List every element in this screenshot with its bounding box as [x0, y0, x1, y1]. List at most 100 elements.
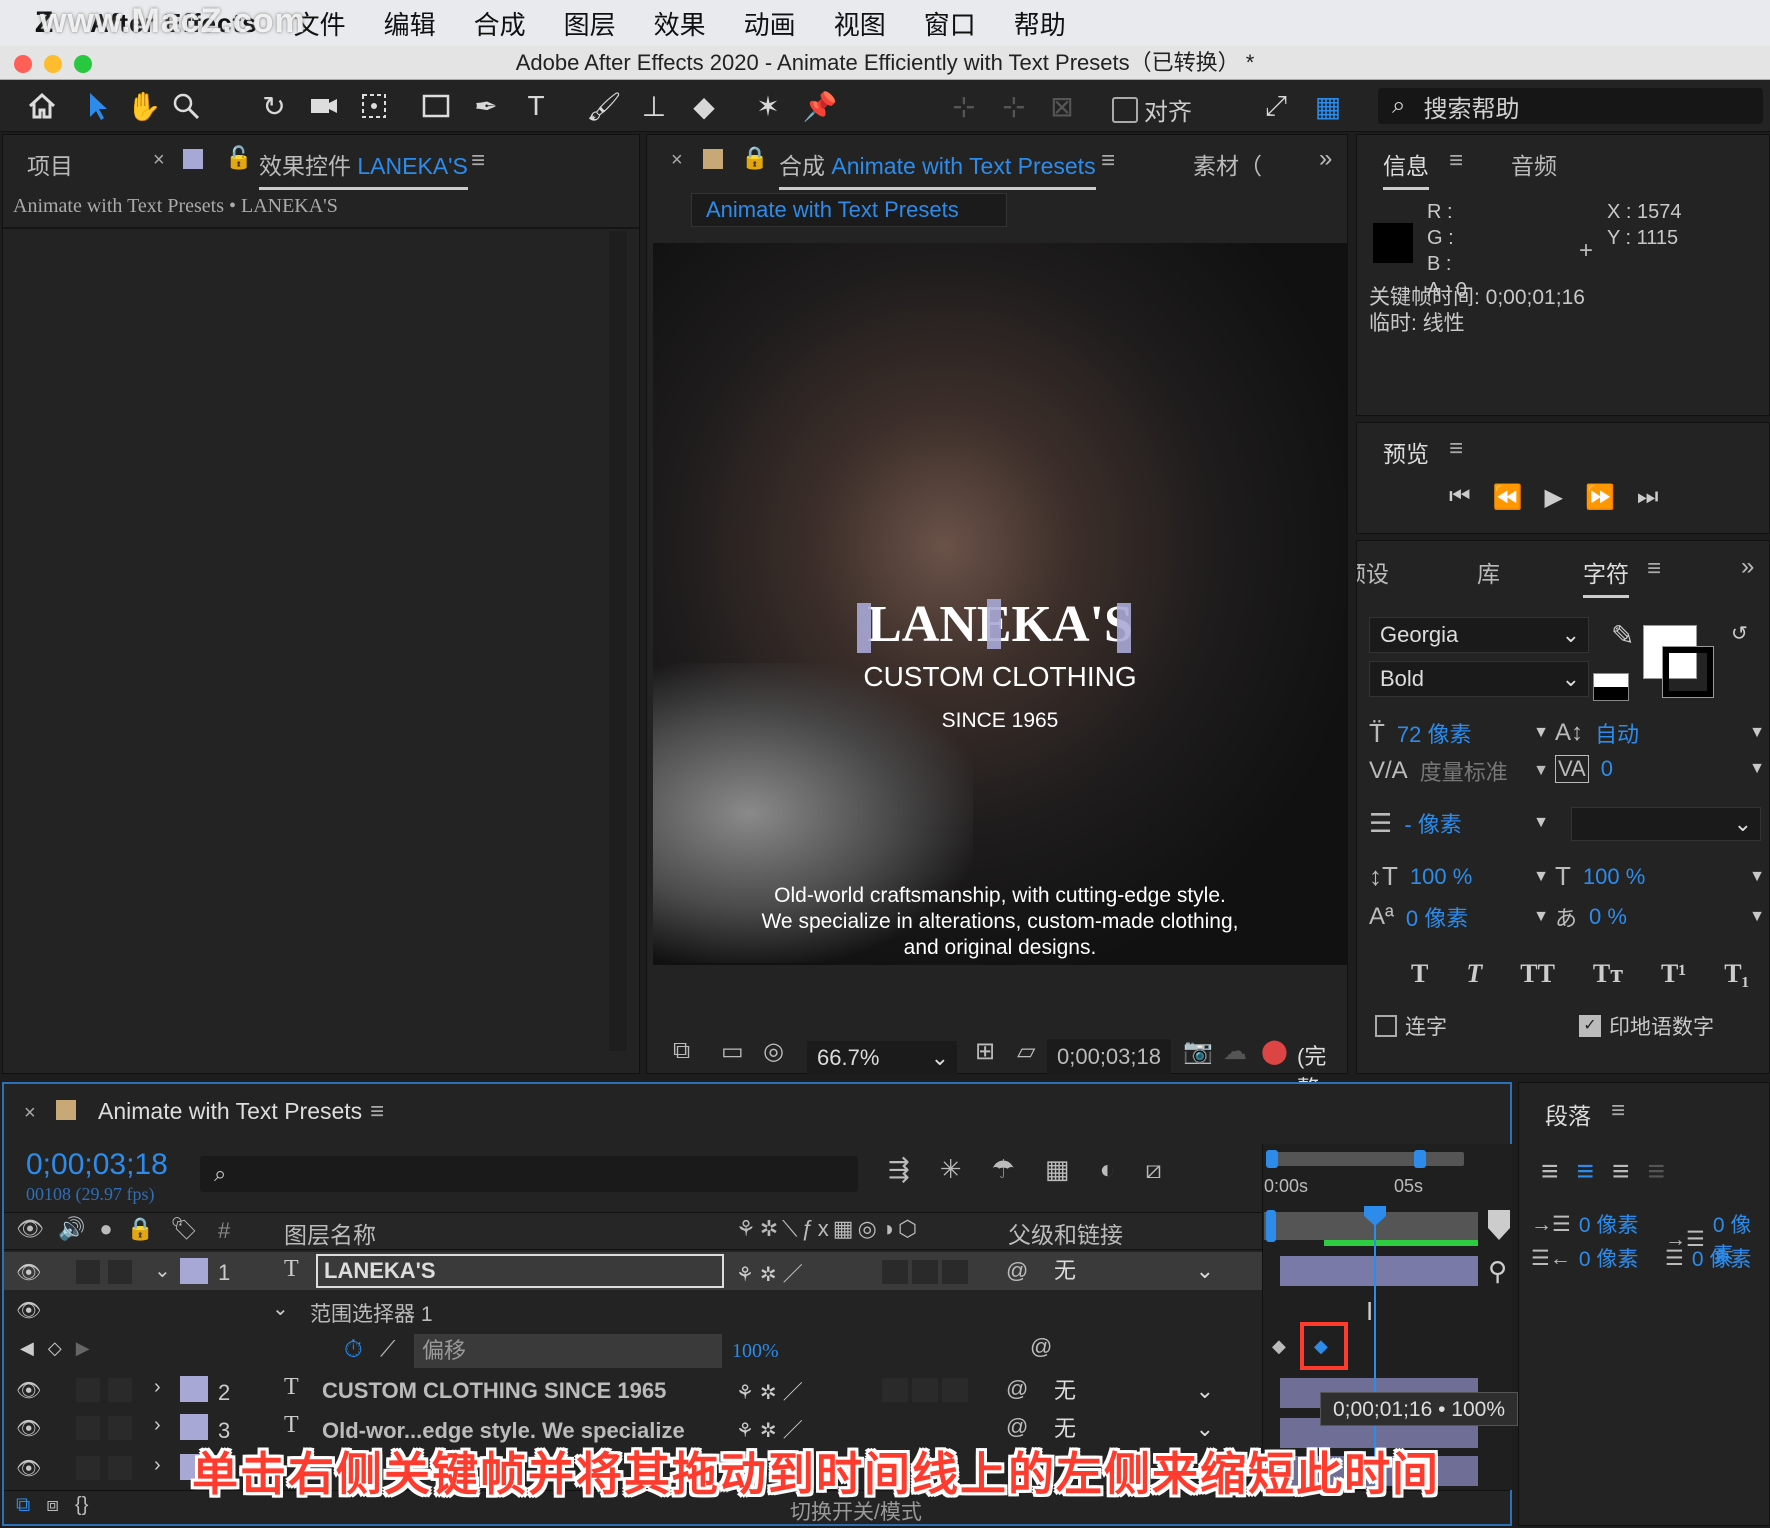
next-frame-icon[interactable]: ⏩	[1585, 483, 1615, 512]
menu-help[interactable]: 帮助	[1014, 5, 1066, 42]
tracking-control[interactable]: VA 0 ▼	[1555, 755, 1765, 783]
close-tab-icon[interactable]: ×	[24, 1102, 36, 1125]
hand-tool-icon[interactable]: ✋	[124, 86, 164, 126]
faux-italic-button[interactable]: T	[1466, 959, 1482, 989]
shy-icon[interactable]: ☂	[992, 1154, 1015, 1186]
navigator-end-handle[interactable]	[1414, 1150, 1426, 1168]
switch-box[interactable]	[942, 1378, 968, 1402]
lock-icon[interactable]: 🔒	[741, 145, 768, 171]
expression-pick-whip-icon[interactable]: @	[1030, 1334, 1052, 1360]
layer-bar-1[interactable]	[1280, 1256, 1478, 1286]
keyframe-selected[interactable]: ◆	[1314, 1336, 1328, 1357]
parent-dropdown[interactable]: 无 ⌄	[1044, 1254, 1224, 1288]
layer-name-field[interactable]: LANEKA'S	[316, 1254, 724, 1288]
current-time-field[interactable]: 0;00;03;18	[1047, 1039, 1171, 1075]
lock-toggle[interactable]	[108, 1456, 132, 1480]
tab-audio[interactable]: 音频	[1511, 147, 1557, 181]
tab-presets[interactable]: 预设	[1357, 555, 1389, 589]
ligatures-checkbox[interactable]	[1375, 1015, 1397, 1037]
clone-stamp-tool-icon[interactable]: ⊥	[634, 86, 674, 126]
superscript-button[interactable]: T¹	[1661, 959, 1686, 989]
space-after-control[interactable]: ☰ 0 像素	[1665, 1243, 1751, 1273]
zoom-dropdown[interactable]: 66.7% ⌄	[807, 1041, 957, 1075]
parent-dropdown[interactable]: 无 ⌄	[1044, 1374, 1224, 1408]
layer-label-color[interactable]	[180, 1414, 208, 1440]
mask-view-icon[interactable]: ◎	[763, 1037, 784, 1066]
layer-label-color[interactable]	[180, 1258, 208, 1284]
lock-toggle[interactable]	[108, 1416, 132, 1440]
stroke-color-swatch[interactable]	[1662, 646, 1714, 698]
anchor-handle[interactable]	[1117, 603, 1131, 653]
switch-box[interactable]	[912, 1260, 938, 1284]
transparency-grid-icon[interactable]: ▱	[1017, 1037, 1035, 1066]
menu-animation[interactable]: 动画	[744, 5, 796, 42]
chevron-down-icon[interactable]: ⌄	[154, 1258, 171, 1283]
home-icon[interactable]	[22, 86, 62, 126]
tab-library[interactable]: 库	[1477, 555, 1500, 589]
panel-menu-icon[interactable]: ≡	[1449, 147, 1463, 175]
selection-tool-icon[interactable]	[78, 86, 118, 126]
chevron-right-icon[interactable]: ›	[154, 1454, 161, 1477]
label-tag-icon[interactable]: 🏷	[170, 1216, 198, 1242]
solo-icon[interactable]: ●	[99, 1216, 112, 1242]
canvas-since-text[interactable]: SINCE 1965	[653, 709, 1347, 733]
anchor-handle[interactable]	[987, 599, 1001, 649]
tab-composition[interactable]: 合成 Animate with Text Presets	[779, 147, 1096, 190]
menu-edit[interactable]: 编辑	[384, 5, 436, 42]
workspace-icon[interactable]: ▦	[1308, 86, 1348, 126]
baseline-shift-control[interactable]: Aª 0 像素 ▼	[1369, 901, 1549, 933]
composition-flowchart-icon[interactable]: ⇶	[888, 1154, 910, 1186]
visibility-eye-icon[interactable]: 👁	[16, 1260, 41, 1285]
canvas-subtitle-text[interactable]: CUSTOM CLOTHING	[653, 661, 1347, 693]
switch-box[interactable]	[912, 1378, 938, 1402]
show-snapshot-icon[interactable]: ☁	[1223, 1037, 1247, 1066]
col-parent-link[interactable]: 父级和链接	[1008, 1216, 1123, 1250]
stopwatch-icon[interactable]: ⏱	[344, 1336, 363, 1364]
panel-menu-icon[interactable]: ≡	[1449, 435, 1463, 463]
hindi-digits-checkbox[interactable]: ✓	[1579, 1015, 1601, 1037]
rotate-tool-icon[interactable]: ↻	[254, 86, 294, 126]
switch-box[interactable]	[942, 1260, 968, 1284]
snapshot-icon[interactable]: 📷	[1183, 1037, 1213, 1066]
horizontal-scale-control[interactable]: T 100 % ▼	[1555, 861, 1765, 892]
layer-switches[interactable]: ⚘✲／	[736, 1258, 809, 1287]
solo-toggle[interactable]	[76, 1456, 100, 1480]
kerning-control[interactable]: V/A 度量标准 ▼	[1369, 755, 1549, 787]
panel-menu-icon[interactable]: ≡	[370, 1098, 384, 1126]
tsume-control[interactable]: あ 0 % ▼	[1555, 901, 1765, 933]
range-selector-row[interactable]	[4, 1292, 1262, 1330]
indent-left-control[interactable]: →☰ 0 像素	[1531, 1209, 1638, 1239]
type-tool-icon[interactable]: T	[516, 86, 556, 126]
scrollbar[interactable]	[609, 231, 627, 1051]
panel-menu-icon[interactable]: ≡	[1647, 555, 1661, 583]
axis-local-icon[interactable]: ⊹	[944, 86, 984, 126]
switch-box[interactable]	[882, 1378, 908, 1402]
eyedropper-icon[interactable]: ✎	[1611, 619, 1634, 652]
align-left-icon[interactable]: ≡	[1541, 1155, 1559, 1189]
region-icon[interactable]: ⊞	[975, 1037, 995, 1066]
comp-viewer-canvas[interactable]: LANEKA'S CUSTOM CLOTHING SINCE 1965 Old-…	[653, 243, 1347, 965]
pick-whip-icon[interactable]: @	[1006, 1258, 1028, 1284]
navigator-start-handle[interactable]	[1266, 1150, 1278, 1168]
camera-tool-icon[interactable]	[304, 86, 344, 126]
ligatures-option[interactable]: 连字	[1375, 1011, 1447, 1041]
faux-bold-button[interactable]: T	[1411, 959, 1428, 989]
menu-view[interactable]: 视图	[834, 5, 886, 42]
layer-name[interactable]: CUSTOM CLOTHING SINCE 1965	[322, 1378, 666, 1404]
leading-control[interactable]: A↕ 自动 ▼	[1555, 717, 1765, 749]
solo-toggle[interactable]	[76, 1260, 100, 1284]
layer-label-color[interactable]	[180, 1376, 208, 1402]
draft-3d-icon[interactable]: ✳	[940, 1154, 962, 1186]
keyframe-left[interactable]: ◆	[1272, 1336, 1286, 1357]
visibility-eye-icon[interactable]: 👁	[16, 1298, 41, 1323]
more-tabs-icon[interactable]: »	[1741, 553, 1754, 581]
close-window-button[interactable]	[14, 55, 32, 73]
minimize-window-button[interactable]	[44, 55, 62, 73]
tab-info[interactable]: 信息	[1383, 147, 1429, 190]
font-family-dropdown[interactable]: Georgia ⌄	[1369, 617, 1589, 653]
layer-search-input[interactable]: ⌕	[200, 1156, 858, 1192]
stroke-width-control[interactable]: ☰ - 像素 ▼	[1369, 807, 1549, 839]
brush-tool-icon[interactable]: 🖌	[584, 86, 624, 126]
font-style-dropdown[interactable]: Bold ⌄	[1369, 661, 1589, 697]
work-area-start-handle[interactable]	[1266, 1210, 1276, 1242]
